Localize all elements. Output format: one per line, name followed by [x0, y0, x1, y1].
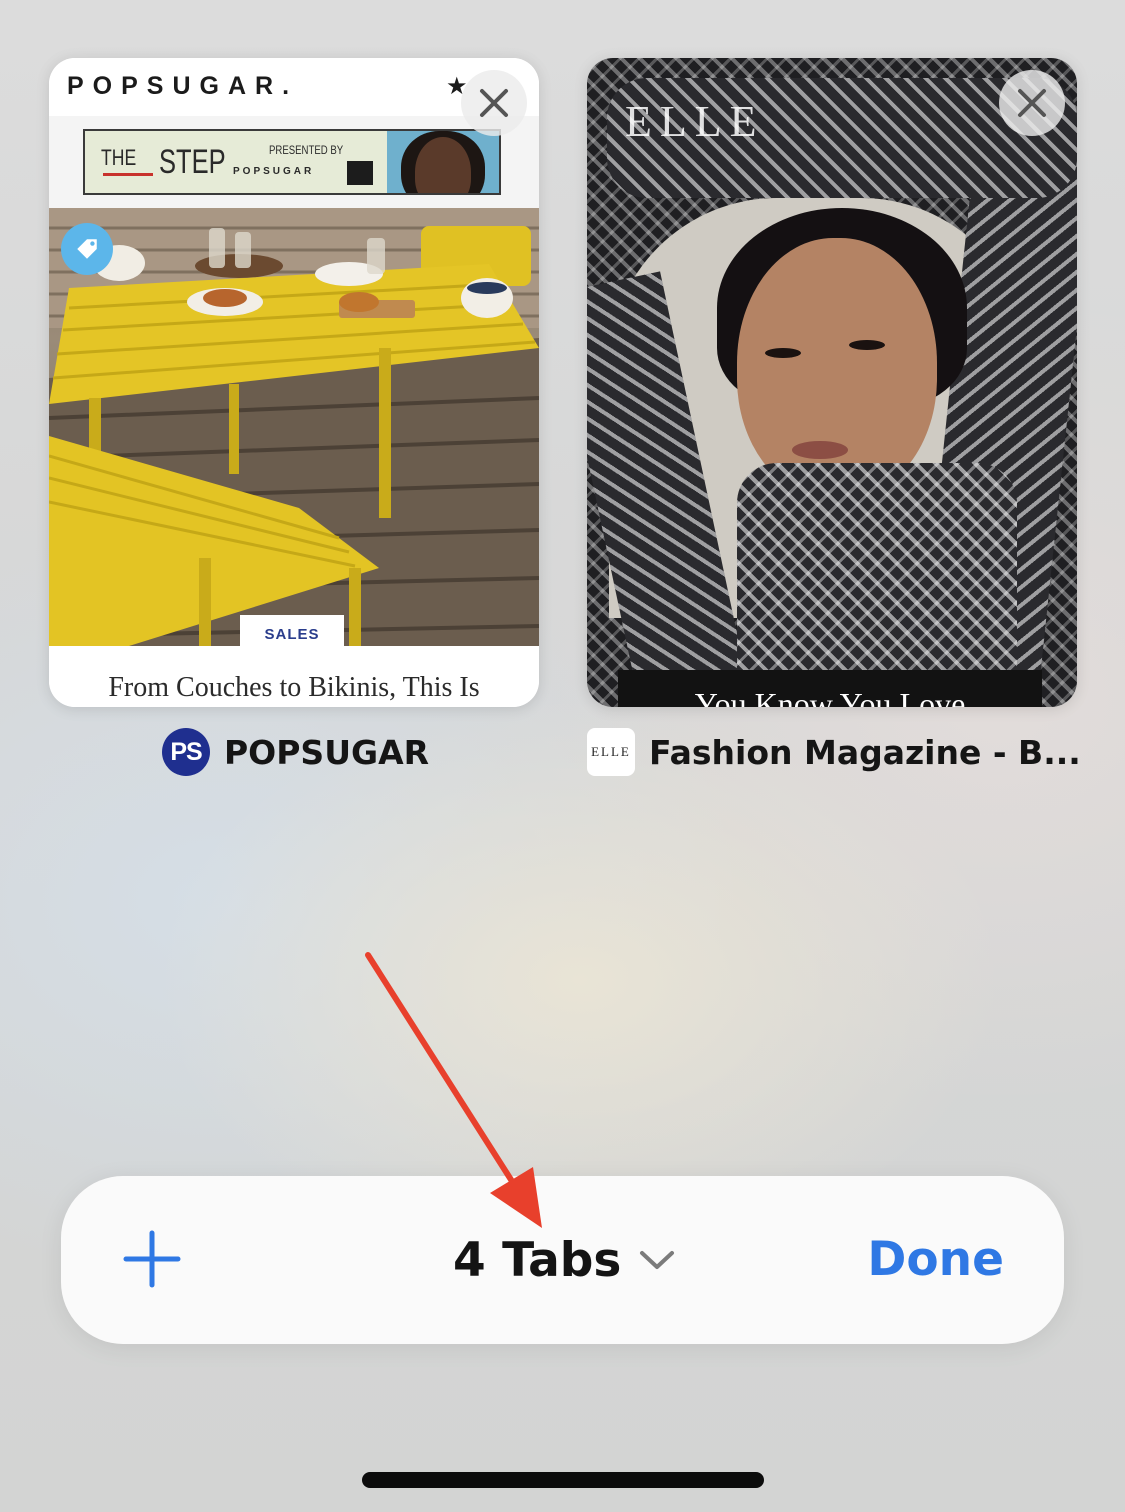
- chevron-down-icon: [640, 1251, 675, 1269]
- close-tab-button[interactable]: [461, 70, 527, 136]
- ad-banner-area: THE STEP PRESENTED BY POPSUGAR: [49, 116, 539, 208]
- tab-overview-toolbar: 4 Tabs Done: [61, 1176, 1064, 1344]
- sorel-logo: [347, 161, 373, 185]
- tab-title-label: Fashion Magazine - B...: [649, 732, 1081, 772]
- tab-card-elle[interactable]: ELLE You Know You Love: [587, 58, 1077, 707]
- article-headline: From Couches to Bikinis, This Is: [108, 672, 480, 703]
- tab-groups-button[interactable]: 4 Tabs: [453, 1228, 675, 1292]
- tab-title-label: POPSUGAR: [224, 732, 430, 772]
- elle-logo: ELLE: [625, 97, 765, 146]
- elle-cover-photo: [587, 58, 1077, 707]
- ad-sponsor: POPSUGAR: [233, 166, 315, 177]
- caption-text: You Know You Love: [694, 686, 966, 707]
- done-button[interactable]: Done: [867, 1232, 1004, 1287]
- tab-title-elle[interactable]: ELLE Fashion Magazine - B...: [587, 727, 1081, 777]
- article-caption: You Know You Love: [618, 670, 1042, 707]
- ad-underline: [103, 173, 153, 176]
- tag-icon: [61, 223, 113, 275]
- popsugar-favicon: PS: [162, 728, 210, 776]
- close-icon: [1018, 89, 1046, 117]
- ad-photo: [387, 131, 499, 193]
- ad-presented-by: PRESENTED BY: [269, 143, 344, 157]
- plus-icon: [123, 1230, 181, 1288]
- article-preview: From Couches to Bikinis, This Is: [49, 646, 539, 707]
- close-icon: [480, 89, 508, 117]
- elle-favicon: ELLE: [587, 728, 635, 776]
- hero-image-yellow-patio-furniture: [49, 208, 539, 646]
- home-indicator[interactable]: [362, 1472, 764, 1488]
- tab-count-label: 4 Tabs: [453, 1232, 622, 1288]
- tab-title-popsugar[interactable]: PS POPSUGAR: [162, 727, 429, 777]
- popsugar-logo: POPSUGAR.: [67, 72, 299, 100]
- category-badge: SALES: [240, 615, 344, 649]
- tab-card-popsugar[interactable]: POPSUGAR. ★ THE STEP PRESENTED BY POPSUG…: [49, 58, 539, 707]
- ad-step-text: STEP: [159, 143, 226, 181]
- close-tab-button[interactable]: [999, 70, 1065, 136]
- ad-the-text: THE: [101, 145, 137, 170]
- ad-banner: THE STEP PRESENTED BY POPSUGAR: [83, 129, 501, 195]
- new-tab-button[interactable]: [119, 1226, 185, 1292]
